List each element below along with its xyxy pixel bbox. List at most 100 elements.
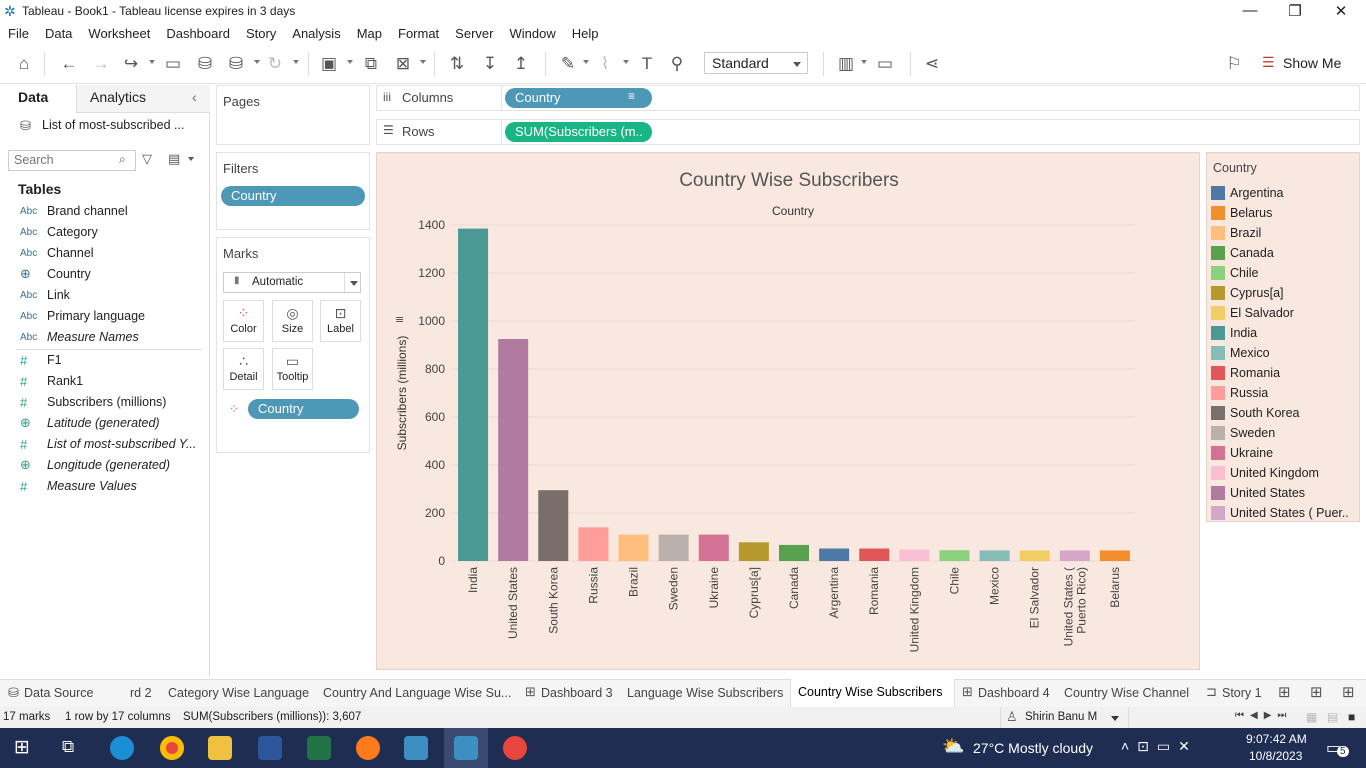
legend-item[interactable]: Cyprus[a] xyxy=(1211,284,1284,302)
replay-icon[interactable]: ↪ xyxy=(120,54,142,74)
sheet-sorter-icon[interactable]: ▦ xyxy=(1306,710,1317,724)
field-country[interactable]: ⊕ Country xyxy=(20,265,91,283)
restore-icon[interactable]: ❐ xyxy=(1285,2,1305,20)
show-cards-icon[interactable]: ▥ xyxy=(835,54,857,74)
sheet-nav-icons[interactable]: ⏮◀▶⏭ xyxy=(1235,710,1292,721)
fit-mode-select[interactable]: Standard xyxy=(704,52,808,74)
field-subscribers-millions[interactable]: # Subscribers (millions) xyxy=(20,393,166,411)
tab-country-wise-channel[interactable]: Country Wise Channel xyxy=(1064,686,1189,700)
field-channel[interactable]: Abc Channel xyxy=(20,244,94,262)
field-measure-names[interactable]: Abc Measure Names xyxy=(20,328,139,346)
excel-icon[interactable] xyxy=(307,736,331,760)
system-tray-icons[interactable]: ˄⊡▭✕ xyxy=(1121,738,1198,755)
menu-item-worksheet[interactable]: Worksheet xyxy=(88,26,150,41)
save-icon[interactable]: ▭ xyxy=(162,54,184,74)
legend-item[interactable]: Mexico xyxy=(1211,344,1270,362)
legend-item[interactable]: United States ( Puer.. xyxy=(1211,504,1349,522)
show-me-icon[interactable]: ☰ xyxy=(1262,54,1275,71)
legend-item[interactable]: United States xyxy=(1211,484,1305,502)
menu-item-window[interactable]: Window xyxy=(509,26,555,41)
color-pill-country[interactable]: Country xyxy=(248,399,359,419)
new-worksheet-tab-icon[interactable]: ⊞ xyxy=(1278,683,1291,701)
clock-date[interactable]: 10/8/2023 xyxy=(1249,749,1302,763)
tab-story-1[interactable]: Story 1 xyxy=(1222,686,1262,700)
rows-pill-subscribers[interactable]: SUM(Subscribers (m.. xyxy=(505,122,652,142)
legend-item[interactable]: Argentina xyxy=(1211,184,1284,202)
chrome-icon[interactable] xyxy=(160,736,184,760)
field-latitude-generated[interactable]: ⊕ Latitude (generated) xyxy=(20,414,160,432)
legend-item[interactable]: Ukraine xyxy=(1211,444,1273,462)
legend-item[interactable]: Belarus xyxy=(1211,204,1272,222)
new-worksheet-icon[interactable]: ▣ xyxy=(318,54,340,74)
rows-shelf[interactable]: ☰ Rows SUM(Subscribers (m.. xyxy=(376,119,1360,145)
field-f1[interactable]: # F1 xyxy=(20,351,62,369)
tooltip-button[interactable]: ▭ Tooltip xyxy=(272,348,313,390)
swap-icon[interactable]: ⇅ xyxy=(446,54,468,74)
tab-country-language-wise[interactable]: Country And Language Wise Su... xyxy=(323,686,511,700)
format-painter-icon[interactable]: ⚐ xyxy=(1223,54,1245,74)
tab-data[interactable]: Data xyxy=(18,89,48,105)
presentation-icon[interactable]: ▭ xyxy=(874,54,896,74)
sort-ascending-icon[interactable]: ↧ xyxy=(479,54,501,74)
redo-icon[interactable]: → xyxy=(90,54,112,74)
task-view-icon[interactable]: ⧉ xyxy=(62,737,74,757)
detail-button[interactable]: ∴ Detail xyxy=(223,348,264,390)
menu-item-analysis[interactable]: Analysis xyxy=(292,26,340,41)
clear-sheet-icon[interactable]: ⊠ xyxy=(392,54,414,74)
color-button[interactable]: ⁘ Color xyxy=(223,300,264,342)
close-icon[interactable]: ✕ xyxy=(1331,2,1351,20)
tab-country-wise-subscribers[interactable]: Country Wise Subscribers xyxy=(798,685,943,699)
tableau-active-icon[interactable] xyxy=(454,736,478,760)
legend-item[interactable]: United Kingdom xyxy=(1211,464,1319,482)
field-longitude-generated[interactable]: ⊕ Longitude (generated) xyxy=(20,456,170,474)
share-icon[interactable]: ⋖ xyxy=(921,54,943,74)
tabs-view-icon[interactable]: ■ xyxy=(1348,710,1355,724)
filter-icon[interactable]: ▽ xyxy=(142,151,152,167)
columns-shelf[interactable]: iii Columns Country ≡ xyxy=(376,85,1360,111)
pause-updates-icon[interactable]: ⛁ xyxy=(225,54,247,74)
word-icon[interactable] xyxy=(258,736,282,760)
home-icon[interactable]: ⌂ xyxy=(13,54,35,74)
legend-item[interactable]: Russia xyxy=(1211,384,1268,402)
tableau-icon[interactable] xyxy=(404,736,428,760)
new-story-tab-icon[interactable]: ⊞ xyxy=(1342,683,1355,701)
legend-item[interactable]: Canada xyxy=(1211,244,1274,262)
legend-item[interactable]: Sweden xyxy=(1211,424,1275,442)
filter-pill-country[interactable]: Country xyxy=(221,186,365,206)
sort-descending-icon[interactable]: ↥ xyxy=(510,54,532,74)
tab-dashboard-2[interactable]: rd 2 xyxy=(130,686,152,700)
field-category[interactable]: Abc Category xyxy=(20,223,98,241)
refresh-icon[interactable]: ↻ xyxy=(264,54,286,74)
search-input[interactable] xyxy=(9,151,109,169)
tab-dashboard-3[interactable]: Dashboard 3 xyxy=(541,686,613,700)
label-button[interactable]: ⊡ Label xyxy=(320,300,361,342)
search-box[interactable]: ⌕ xyxy=(8,150,136,171)
legend-item[interactable]: Chile xyxy=(1211,264,1259,282)
tab-language-wise-subscribers[interactable]: Language Wise Subscribers xyxy=(627,686,783,700)
clock-time[interactable]: 9:07:42 AM xyxy=(1246,732,1307,746)
field-primary-language[interactable]: Abc Primary language xyxy=(20,307,145,325)
duplicate-sheet-icon[interactable]: ⧉ xyxy=(360,54,382,74)
legend-item[interactable]: Brazil xyxy=(1211,224,1261,242)
field-brand-channel[interactable]: Abc Brand channel xyxy=(20,202,128,220)
show-me-button[interactable]: Show Me xyxy=(1283,55,1341,71)
legend-item[interactable]: South Korea xyxy=(1211,404,1300,422)
pin-icon[interactable]: ⚲ xyxy=(666,54,688,74)
show-labels-icon[interactable]: T xyxy=(636,54,658,74)
tab-analytics[interactable]: Analytics xyxy=(90,89,146,105)
file-explorer-icon[interactable] xyxy=(208,736,232,760)
menu-item-help[interactable]: Help xyxy=(572,26,599,41)
legend-item[interactable]: Romania xyxy=(1211,364,1280,382)
user-name[interactable]: Shirin Banu M xyxy=(1025,711,1097,723)
field-measure-values[interactable]: # Measure Values xyxy=(20,477,137,495)
chrome-profile-icon[interactable] xyxy=(503,736,527,760)
menu-item-data[interactable]: Data xyxy=(45,26,72,41)
edge-icon[interactable] xyxy=(110,736,134,760)
weather-text[interactable]: 27°C Mostly cloudy xyxy=(973,740,1093,756)
chevron-down-icon[interactable] xyxy=(1111,716,1119,721)
legend-item[interactable]: India xyxy=(1211,324,1257,342)
mark-type-select[interactable]: ▮ Automatic xyxy=(223,272,361,293)
menu-item-map[interactable]: Map xyxy=(357,26,382,41)
undo-icon[interactable]: ← xyxy=(58,54,80,74)
tab-dashboard-4[interactable]: Dashboard 4 xyxy=(978,686,1050,700)
